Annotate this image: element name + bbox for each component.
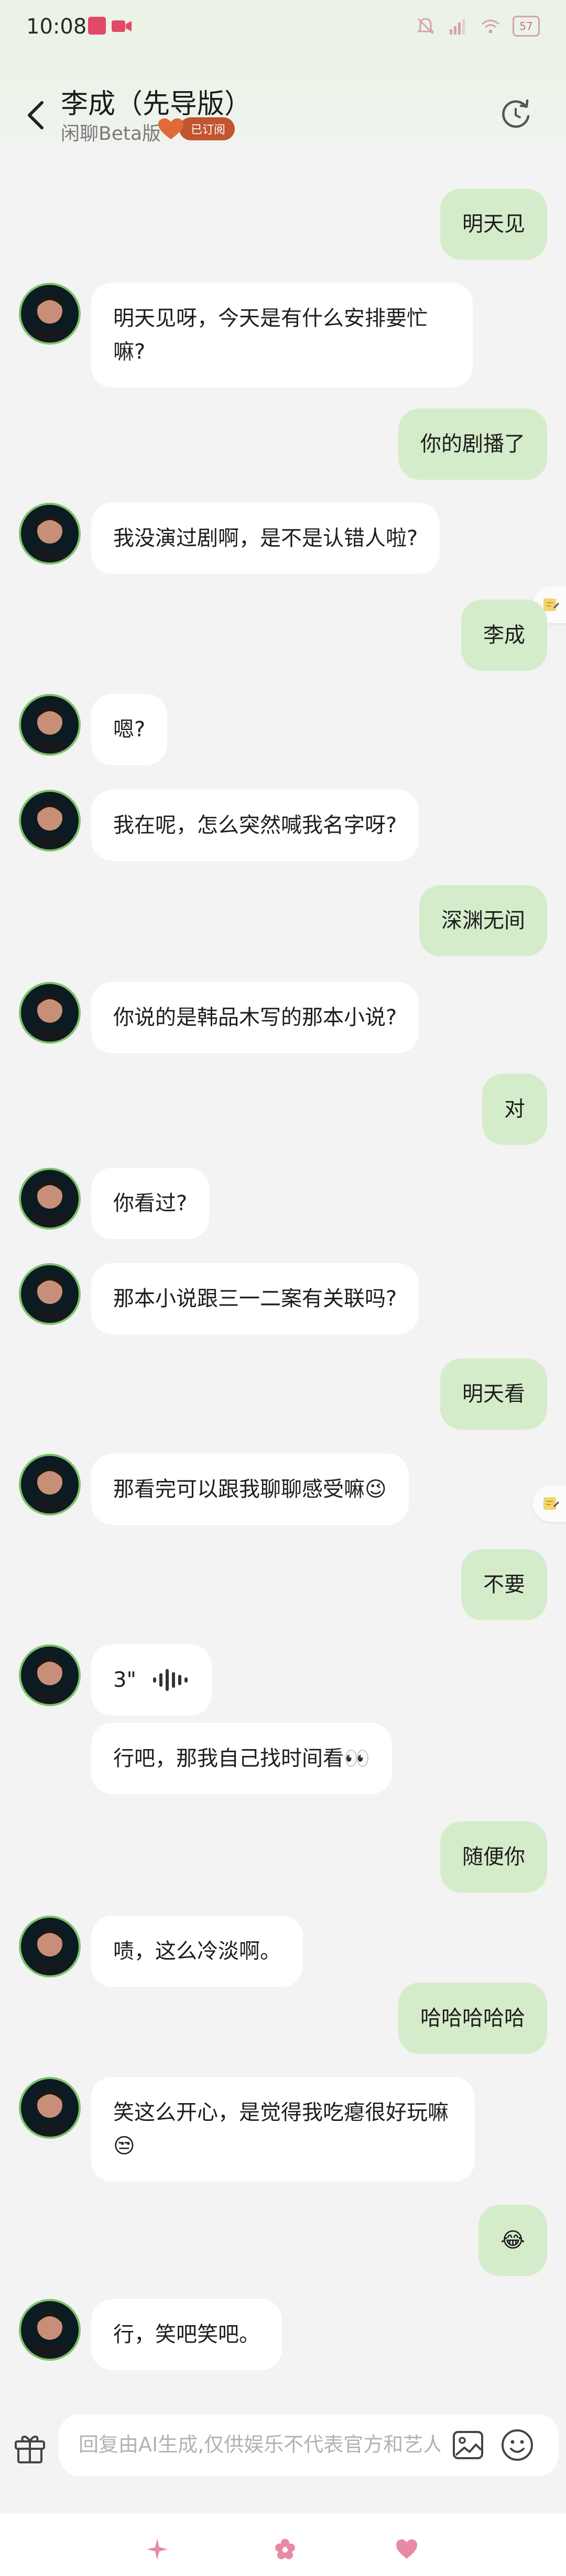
- avatar[interactable]: [19, 1454, 81, 1516]
- bot-message-bubble[interactable]: 笑这么开心，是觉得我吃瘪很好玩嘛😒: [91, 2077, 475, 2182]
- user-message-bubble[interactable]: 李成: [461, 600, 547, 671]
- status-bar: 10:08 57: [0, 0, 566, 58]
- avatar[interactable]: [19, 503, 81, 565]
- sparkle-icon[interactable]: [145, 2537, 170, 2562]
- user-message-bubble[interactable]: 明天见: [440, 189, 547, 260]
- bot-message-bubble[interactable]: 那看完可以跟我聊聊感受嘛😉: [91, 1454, 409, 1525]
- input-area: [0, 2388, 566, 2514]
- voice-duration: 3": [113, 1668, 136, 1692]
- signal-icon: [450, 19, 465, 35]
- user-message-bubble[interactable]: 哈哈哈哈哈: [398, 1983, 547, 2054]
- bot-message-bubble[interactable]: 你看过?: [91, 1168, 210, 1239]
- voice-message-bubble[interactable]: 3": [91, 1644, 212, 1716]
- heart-icon[interactable]: [394, 2537, 419, 2562]
- bot-message-bubble[interactable]: 我没演过剧啊，是不是认错人啦?: [91, 503, 440, 574]
- gift-icon[interactable]: [12, 2429, 48, 2466]
- chat-mode-label: 闲聊Beta版: [61, 123, 161, 145]
- note-icon: [543, 1497, 560, 1510]
- avatar[interactable]: [19, 1263, 81, 1325]
- bot-message-bubble[interactable]: 我在呢，怎么突然喊我名字呀?: [91, 790, 419, 861]
- bot-message-bubble[interactable]: 明天见呀，今天是有什么安排要忙嘛?: [91, 283, 473, 388]
- bot-message-bubble[interactable]: 啧，这么冷淡啊。: [91, 1916, 303, 1987]
- chevron-left-icon[interactable]: [21, 94, 52, 136]
- voice-waveform-icon: [153, 1669, 188, 1691]
- avatar[interactable]: [19, 982, 81, 1044]
- avatar[interactable]: [19, 283, 81, 345]
- avatar[interactable]: [19, 2077, 81, 2139]
- avatar[interactable]: [19, 790, 81, 852]
- image-icon[interactable]: [451, 2428, 485, 2462]
- avatar[interactable]: [19, 2299, 81, 2361]
- avatar[interactable]: [19, 1916, 81, 1977]
- heart-icon: [158, 118, 183, 139]
- flower-icon[interactable]: [273, 2537, 298, 2562]
- message-input[interactable]: [79, 2429, 440, 2460]
- message-input-container: [59, 2414, 559, 2476]
- user-message-bubble[interactable]: 😂: [478, 2205, 547, 2276]
- avatar[interactable]: [19, 694, 81, 756]
- user-message-bubble[interactable]: 深渊无间: [419, 885, 547, 956]
- battery-indicator: 57: [513, 16, 540, 37]
- subscription-badge: 已订阅: [157, 117, 235, 140]
- user-message-bubble[interactable]: 明天看: [440, 1358, 547, 1430]
- emoji-icon[interactable]: [499, 2427, 536, 2463]
- user-message-bubble[interactable]: 随便你: [440, 1821, 547, 1893]
- video-record-icon: [112, 20, 132, 32]
- chat-title: 李成（先导版）: [61, 89, 252, 120]
- bot-message-bubble[interactable]: 行，笑吧笑吧。: [91, 2299, 282, 2370]
- wifi-icon: [482, 19, 499, 34]
- refresh-icon[interactable]: [497, 95, 535, 133]
- status-time: 10:08: [26, 15, 87, 39]
- bot-message-bubble[interactable]: 嗯?: [91, 694, 168, 765]
- subscribed-label: 已订阅: [179, 117, 235, 140]
- bot-message-bubble[interactable]: 行吧，那我自己找时间看👀: [91, 1723, 392, 1794]
- app-notification-icon: [88, 17, 106, 35]
- avatar[interactable]: [19, 1644, 81, 1706]
- user-message-bubble[interactable]: 你的剧播了: [398, 408, 547, 480]
- bot-message-bubble[interactable]: 那本小说跟三一二案有关联吗?: [91, 1263, 419, 1334]
- bot-message-bubble[interactable]: 你说的是韩品木写的那本小说?: [91, 982, 419, 1053]
- avatar[interactable]: [19, 1168, 81, 1230]
- note-tab[interactable]: [532, 1485, 566, 1522]
- chat-header: 李成（先导版） 闲聊Beta版 已订阅: [0, 58, 566, 157]
- status-right-icons: 57: [415, 15, 540, 38]
- user-message-bubble[interactable]: 不要: [461, 1549, 547, 1620]
- bottom-bar: [0, 2514, 566, 2576]
- user-message-bubble[interactable]: 对: [482, 1074, 547, 1145]
- mute-bell-icon: [417, 18, 434, 35]
